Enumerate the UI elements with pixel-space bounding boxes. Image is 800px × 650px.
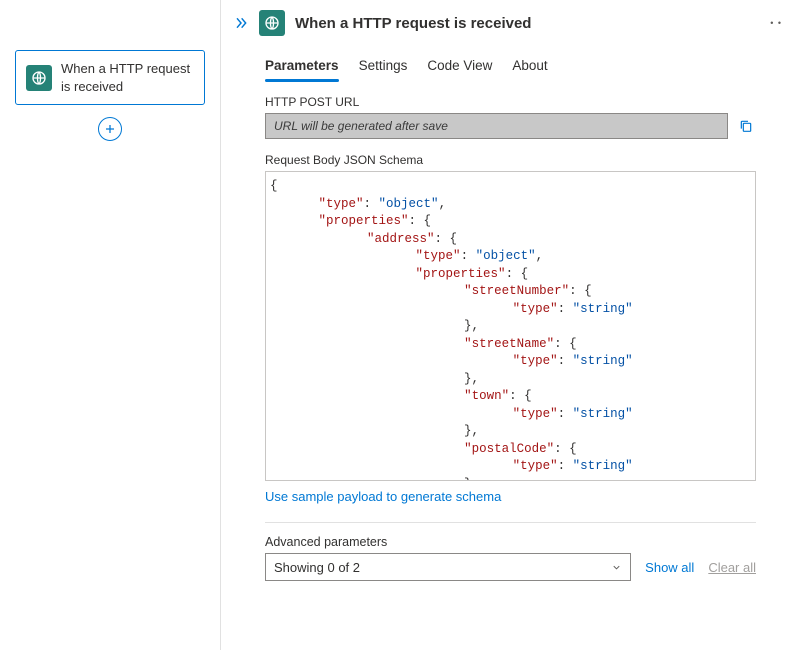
add-step-button[interactable]: [98, 117, 122, 141]
clear-all-link[interactable]: Clear all: [708, 560, 756, 575]
http-request-icon: [259, 10, 285, 36]
tab-bar: Parameters Settings Code View About: [221, 44, 800, 81]
advanced-parameters-select[interactable]: Showing 0 of 2: [265, 553, 631, 581]
schema-label: Request Body JSON Schema: [265, 153, 756, 167]
canvas-pane: When a HTTP request is received: [0, 0, 220, 650]
copy-url-button[interactable]: [736, 116, 756, 136]
show-all-link[interactable]: Show all: [645, 560, 694, 575]
tab-about[interactable]: About: [512, 50, 547, 81]
advanced-parameters-value: Showing 0 of 2: [274, 560, 360, 575]
use-sample-payload-link[interactable]: Use sample payload to generate schema: [265, 489, 501, 504]
trigger-node-label: When a HTTP request is received: [61, 60, 194, 95]
http-request-icon: [26, 65, 52, 91]
panel-title: When a HTTP request is received: [295, 15, 531, 32]
chevron-down-icon: [611, 562, 622, 573]
tab-parameters[interactable]: Parameters: [265, 50, 339, 81]
section-divider: [265, 522, 756, 523]
http-post-url-label: HTTP POST URL: [265, 95, 756, 109]
schema-editor[interactable]: { "type": "object", "properties": { "add…: [265, 171, 756, 481]
tab-code-view[interactable]: Code View: [427, 50, 492, 81]
advanced-parameters-label: Advanced parameters: [265, 535, 756, 549]
trigger-node-card[interactable]: When a HTTP request is received: [15, 50, 205, 105]
http-post-url-field: URL will be generated after save: [265, 113, 728, 139]
tab-settings[interactable]: Settings: [359, 50, 408, 81]
more-menu-button[interactable]: • •: [764, 18, 788, 28]
collapse-panel-button[interactable]: [233, 15, 249, 31]
details-pane: When a HTTP request is received • • Para…: [221, 0, 800, 650]
http-post-url-placeholder: URL will be generated after save: [274, 119, 448, 133]
